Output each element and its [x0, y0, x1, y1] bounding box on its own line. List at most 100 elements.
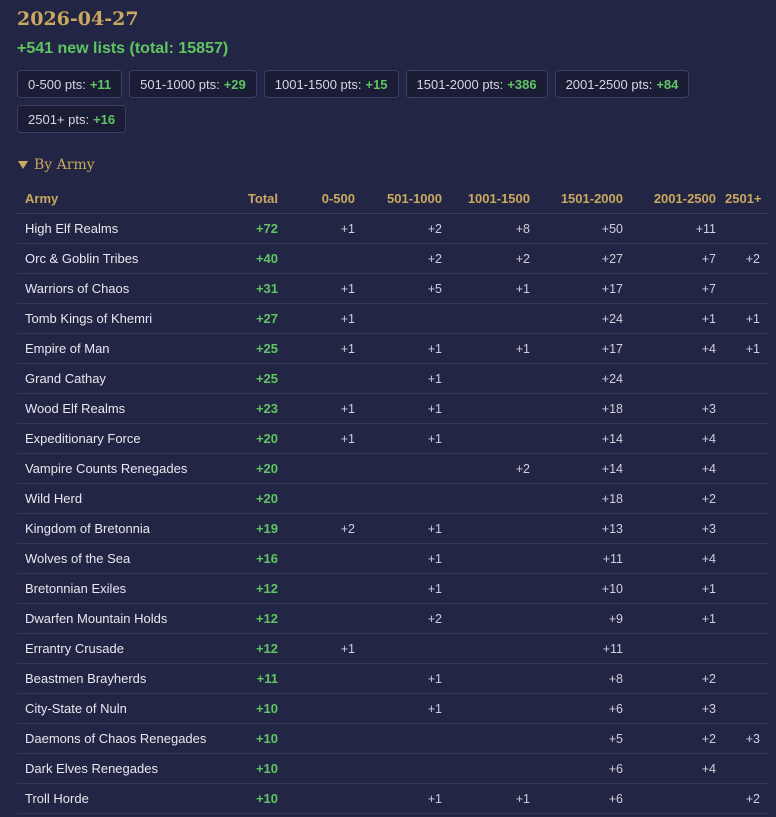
- bucket-cell-2001-2500: +11: [632, 213, 725, 244]
- table-row: Vampire Counts Renegades +20 +2 +14 +4: [17, 453, 769, 484]
- table-body: High Elf Realms +72 +1 +2 +8 +50 +11 Orc & Gobl…: [17, 213, 769, 814]
- bucket-cell-0-500: [287, 783, 364, 814]
- bucket-cell-1501-2000: +17: [539, 333, 632, 364]
- bucket-value: +15: [365, 76, 388, 92]
- bucket-cell-2001-2500: +4: [632, 753, 725, 784]
- army-name-cell: Grand Cathay: [17, 363, 237, 394]
- total-cell: +10: [237, 693, 287, 724]
- column-header-0-500: 0-500: [287, 183, 364, 214]
- army-name-cell: Expeditionary Force: [17, 423, 237, 454]
- table-row: Grand Cathay +25 +1 +24: [17, 363, 769, 394]
- bucket-cell-2501-plus: [725, 753, 769, 784]
- bucket-cell-1001-1500: [451, 513, 539, 544]
- bucket-cell-1501-2000: +5: [539, 723, 632, 754]
- table-row: Beastmen Brayherds +11 +1 +8 +2: [17, 663, 769, 694]
- bucket-cell-2501-plus: [725, 513, 769, 544]
- total-cell: +40: [237, 243, 287, 274]
- bucket-cell-501-1000: [364, 723, 451, 754]
- points-bucket-list: 0-500 pts: +11 501-1000 pts: +29 1001-1500…: [17, 70, 747, 133]
- bucket-cell-2501-plus: [725, 663, 769, 694]
- table-row: Tomb Kings of Khemri +27 +1 +24 +1 +1: [17, 303, 769, 334]
- bucket-cell-501-1000: [364, 753, 451, 784]
- total-cell: +20: [237, 453, 287, 484]
- army-name-cell: City-State of Nuln: [17, 693, 237, 724]
- total-cell: +19: [237, 513, 287, 544]
- bucket-cell-1501-2000: +10: [539, 573, 632, 604]
- bucket-cell-1001-1500: [451, 663, 539, 694]
- bucket-cell-0-500: +1: [287, 273, 364, 304]
- bucket-cell-501-1000: +2: [364, 603, 451, 634]
- total-cell: +20: [237, 423, 287, 454]
- bucket-cell-1001-1500: [451, 723, 539, 754]
- total-cell: +12: [237, 633, 287, 664]
- bucket-cell-0-500: [287, 483, 364, 514]
- total-cell: +23: [237, 393, 287, 424]
- bucket-cell-2501-plus: [725, 213, 769, 244]
- bucket-cell-1001-1500: +1: [451, 783, 539, 814]
- triangle-down-icon: [18, 161, 28, 169]
- bucket-cell-2501-plus: +2: [725, 243, 769, 274]
- bucket-cell-501-1000: +1: [364, 363, 451, 394]
- bucket-cell-1001-1500: [451, 573, 539, 604]
- table-row: Wood Elf Realms +23 +1 +1 +18 +3: [17, 393, 769, 424]
- table-row: Wolves of the Sea +16 +1 +11 +4: [17, 543, 769, 574]
- bucket-cell-1501-2000: +18: [539, 393, 632, 424]
- bucket-cell-2001-2500: +3: [632, 693, 725, 724]
- total-cell: +10: [237, 753, 287, 784]
- bucket-cell-2501-plus: [725, 393, 769, 424]
- total-cell: +27: [237, 303, 287, 334]
- bucket-pill-2501-plus[interactable]: 2501+ pts: +16: [17, 105, 127, 133]
- army-name-cell: Bretonnian Exiles: [17, 573, 237, 604]
- army-name-cell: High Elf Realms: [17, 213, 237, 244]
- table-row: Daemons of Chaos Renegades +10 +5 +2 +3: [17, 723, 769, 754]
- column-header-2001-2500: 2001-2500: [632, 183, 725, 214]
- bucket-cell-2501-plus: [725, 453, 769, 484]
- bucket-cell-501-1000: +1: [364, 783, 451, 814]
- bucket-cell-2001-2500: +1: [632, 603, 725, 634]
- table-row: Bretonnian Exiles +12 +1 +10 +1: [17, 573, 769, 604]
- bucket-label: 501-1000 pts:: [140, 76, 220, 92]
- bucket-cell-1501-2000: +9: [539, 603, 632, 634]
- column-header-501-1000: 501-1000: [364, 183, 451, 214]
- bucket-cell-0-500: +1: [287, 333, 364, 364]
- army-name-cell: Kingdom of Bretonnia: [17, 513, 237, 544]
- bucket-cell-501-1000: +5: [364, 273, 451, 304]
- bucket-cell-0-500: [287, 573, 364, 604]
- bucket-cell-0-500: [287, 603, 364, 634]
- bucket-pill-2001-2500[interactable]: 2001-2500 pts: +84: [554, 70, 690, 98]
- total-cell: +10: [237, 783, 287, 814]
- bucket-cell-2501-plus: [725, 273, 769, 304]
- bucket-cell-2001-2500: +4: [632, 543, 725, 574]
- bucket-pill-0-500[interactable]: 0-500 pts: +11: [17, 70, 123, 98]
- bucket-cell-501-1000: [364, 453, 451, 484]
- bucket-pill-501-1000[interactable]: 501-1000 pts: +29: [129, 70, 257, 98]
- column-header-2501-plus: 2501+: [725, 183, 769, 214]
- army-name-cell: Errantry Crusade: [17, 633, 237, 664]
- bucket-cell-2001-2500: +4: [632, 333, 725, 364]
- bucket-cell-0-500: [287, 543, 364, 574]
- bucket-pill-1001-1500[interactable]: 1001-1500 pts: +15: [263, 70, 399, 98]
- table-row: Dark Elves Renegades +10 +6 +4: [17, 753, 769, 784]
- total-cell: +25: [237, 363, 287, 394]
- bucket-label: 2001-2500 pts:: [565, 76, 653, 92]
- bucket-cell-1001-1500: +2: [451, 453, 539, 484]
- table-row: Wild Herd +20 +18 +2: [17, 483, 769, 514]
- bucket-cell-0-500: +1: [287, 303, 364, 334]
- by-army-toggle[interactable]: By Army: [17, 157, 769, 173]
- army-name-cell: Warriors of Chaos: [17, 273, 237, 304]
- table-row: Kingdom of Bretonnia +19 +2 +1 +13 +3: [17, 513, 769, 544]
- total-cell: +11: [237, 663, 287, 694]
- bucket-cell-2001-2500: [632, 363, 725, 394]
- bucket-cell-1001-1500: [451, 393, 539, 424]
- army-name-cell: Vampire Counts Renegades: [17, 453, 237, 484]
- bucket-cell-1501-2000: +14: [539, 453, 632, 484]
- bucket-cell-1001-1500: [451, 693, 539, 724]
- bucket-cell-2001-2500: +7: [632, 243, 725, 274]
- bucket-cell-0-500: +1: [287, 213, 364, 244]
- bucket-cell-2501-plus: [725, 633, 769, 664]
- table-row: Empire of Man +25 +1 +1 +1 +17 +4 +1: [17, 333, 769, 364]
- bucket-cell-0-500: +1: [287, 393, 364, 424]
- page-title: 2026-04-27: [17, 8, 139, 30]
- bucket-pill-1501-2000[interactable]: 1501-2000 pts: +386: [405, 70, 548, 98]
- army-name-cell: Wild Herd: [17, 483, 237, 514]
